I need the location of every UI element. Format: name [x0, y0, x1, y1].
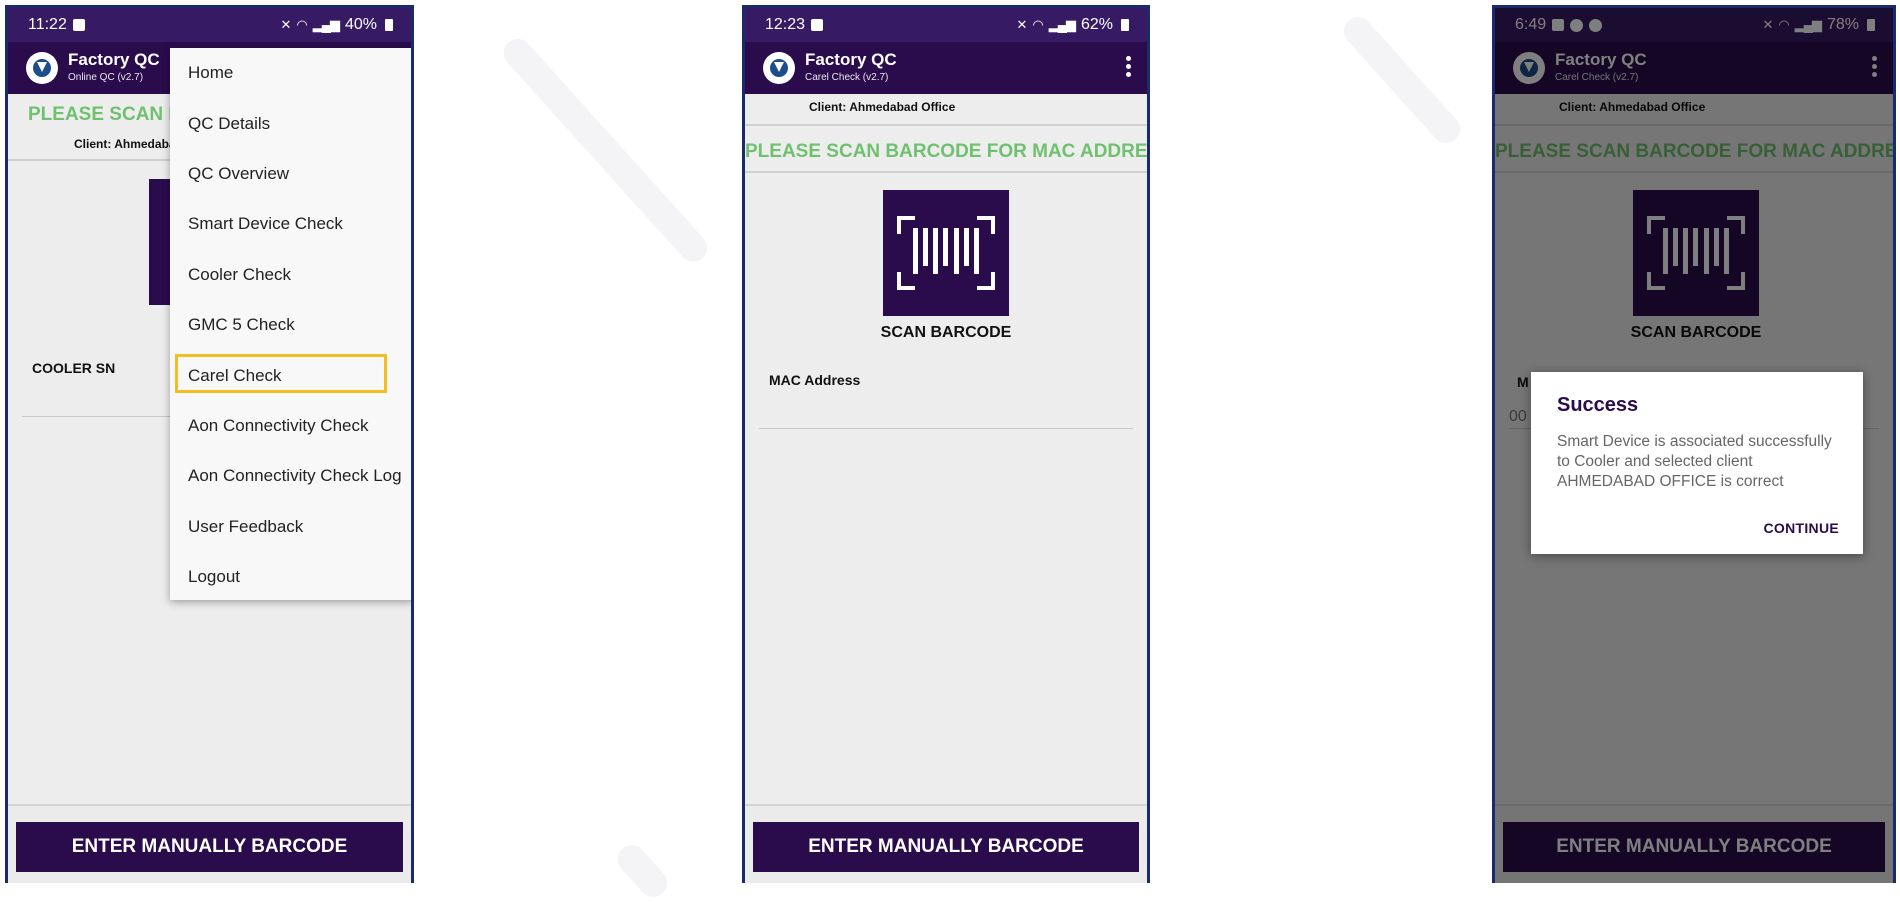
scan-barcode-button[interactable] [883, 190, 1009, 316]
app-title: Factory QC [68, 50, 160, 69]
phone-screen-success-dialog: 6:49 ✕ ◠ ▂▄▆ 78% Factory QC Carel Check … [1492, 5, 1896, 883]
menu-item-home[interactable]: Home [170, 48, 411, 98]
status-time: 12:23 [765, 16, 806, 33]
menu-item-aon-connectivity-check-log[interactable]: Aon Connectivity Check Log [170, 451, 411, 501]
app-title: Factory QC [805, 50, 897, 69]
success-dialog: Success Smart Device is associated succe… [1531, 372, 1863, 554]
menu-item-gmc5-check[interactable]: GMC 5 Check [170, 300, 411, 350]
menu-item-aon-connectivity-check[interactable]: Aon Connectivity Check [170, 401, 411, 451]
client-name: Client: Ahmedabad Office [809, 100, 956, 114]
mute-icon: ✕ [280, 17, 292, 32]
status-bar: 12:23 ✕ ◠ ▂▄▆ 62% [745, 8, 1147, 42]
mac-address-input[interactable] [759, 428, 1133, 429]
dialog-message: Smart Device is associated successfully … [1557, 433, 1832, 490]
app-logo-icon [26, 52, 58, 84]
battery-icon [1121, 19, 1129, 31]
scan-barcode-label: SCAN BARCODE [880, 324, 1012, 341]
cooler-sn-label: COOLER SN [32, 360, 116, 376]
menu-item-qc-details[interactable]: QC Details [170, 98, 411, 148]
menu-item-carel-check[interactable]: Carel Check [170, 350, 411, 400]
menu-item-qc-overview[interactable]: QC Overview [170, 149, 411, 199]
dialog-title: Success [1557, 394, 1639, 416]
app-logo-icon [763, 52, 795, 84]
watermark-stroke [498, 33, 713, 268]
scan-instruction: PLEASE SCAN BARCODE FOR MAC ADDRESS [745, 141, 1150, 162]
wifi-icon: ◠ [1032, 17, 1043, 32]
watermark-stroke [612, 839, 673, 903]
menu-item-user-feedback[interactable]: User Feedback [170, 502, 411, 552]
wifi-icon: ◠ [296, 17, 307, 32]
battery-icon [385, 19, 393, 31]
menu-item-logout[interactable]: Logout [170, 552, 411, 602]
continue-button[interactable]: CONTINUE [1763, 520, 1839, 536]
status-time: 11:22 [28, 16, 67, 33]
menu-item-cooler-check[interactable]: Cooler Check [170, 250, 411, 300]
frame-corner [977, 272, 995, 290]
gallery-notification-icon [811, 19, 824, 31]
battery-percent: 40% [344, 16, 377, 33]
overflow-menu-icon[interactable] [1125, 56, 1131, 80]
app-bar: Factory QC Carel Check (v2.7) [745, 42, 1147, 94]
bottom-bar: ENTER MANUALLY BARCODE [8, 804, 411, 883]
gallery-notification-icon [72, 19, 85, 31]
overflow-menu: Home QC Details QC Overview Smart Device… [170, 48, 411, 602]
enter-manually-button[interactable]: ENTER MANUALLY BARCODE [753, 822, 1139, 872]
signal-icon: ▂▄▆ [1048, 17, 1076, 32]
mute-icon: ✕ [1016, 17, 1028, 32]
bottom-bar: ENTER MANUALLY BARCODE [745, 804, 1147, 883]
signal-icon: ▂▄▆ [312, 17, 340, 32]
watermark-stroke [1338, 11, 1466, 149]
mac-address-label: MAC Address [769, 372, 861, 388]
app-subtitle: Carel Check (v2.7) [805, 72, 889, 83]
enter-manually-button[interactable]: ENTER MANUALLY BARCODE [16, 822, 403, 872]
divider [745, 124, 1147, 126]
battery-percent: 62% [1080, 16, 1113, 33]
barcode-icon [913, 228, 979, 278]
divider [745, 171, 1147, 173]
app-subtitle: Online QC (v2.7) [68, 72, 144, 83]
phone-screen-menu: 11:22 ✕ ◠ ▂▄▆ 40% Factory QC Online QC (… [5, 5, 414, 883]
menu-item-smart-device-check[interactable]: Smart Device Check [170, 199, 411, 249]
status-bar: 11:22 ✕ ◠ ▂▄▆ 40% [8, 8, 411, 42]
frame-corner [977, 216, 995, 234]
phone-screen-carel-check: 12:23 ✕ ◠ ▂▄▆ 62% Factory QC Carel Check… [742, 5, 1150, 883]
